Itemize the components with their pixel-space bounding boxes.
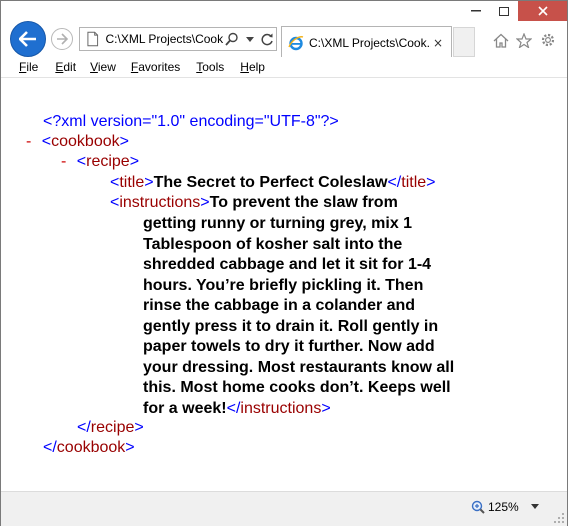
instructions-first-line: To prevent the slaw from [209, 194, 398, 211]
xml-declaration: <?xml version="1.0" encoding="UTF-8"?> [43, 113, 339, 130]
collapse-toggle-recipe[interactable]: - [61, 153, 66, 170]
instructions-line: Tablespoon of kosher salt into the [143, 235, 403, 253]
title-line: <title>The Secret to Perfect Coleslaw</t… [110, 174, 436, 191]
address-text[interactable]: C:\XML Projects\Cook [106, 32, 224, 46]
menu-favorites[interactable]: Favorites [131, 60, 180, 74]
favorites-button[interactable] [513, 29, 535, 51]
zoom-level: 125% [488, 500, 519, 514]
menu-edit-label: dit [63, 60, 77, 74]
zoom-icon [471, 500, 485, 514]
instructions-line: shredded cabbage and let it sit for 1-4 [143, 256, 432, 273]
close-icon [537, 6, 548, 16]
close-tab-button[interactable]: × [433, 36, 443, 50]
instructions-line: your dressing. Most restaurants know all [143, 358, 455, 376]
search-button[interactable] [224, 30, 241, 48]
instructions-line: rinse the cabbage in a colander and [143, 297, 416, 314]
menu-view-accel: V [90, 60, 98, 74]
menu-help-accel: H [240, 60, 249, 74]
instructions-last-line: for a week! [143, 399, 227, 417]
chevron-down-icon [245, 36, 254, 42]
arrow-right-icon [57, 33, 68, 45]
refresh-icon [261, 33, 273, 46]
minimize-button[interactable] [462, 1, 490, 21]
settings-button[interactable] [537, 29, 559, 51]
menu-tools-label: ools [202, 60, 225, 74]
title-bar: C:\XML Projects\Cook C:\XML Projects\Coo… [1, 1, 567, 58]
arrow-left-icon [19, 31, 36, 47]
tag-instructions-open: instructions [119, 194, 201, 211]
menu-file-label: ile [26, 60, 39, 74]
cookbook-open-line: - <cookbook> [26, 133, 129, 150]
cookbook-close-line: </cookbook> [43, 439, 135, 456]
search-icon [225, 32, 239, 46]
tag-cookbook-open: cookbook [51, 133, 120, 150]
gear-icon [541, 33, 555, 47]
back-button[interactable] [10, 21, 46, 57]
zoom-dropdown[interactable] [531, 502, 539, 512]
instructions-close-line: for a week!</instructions> [143, 399, 331, 417]
refresh-button[interactable] [259, 30, 276, 48]
tag-instructions-close: instructions [240, 399, 322, 417]
close-window-button[interactable] [518, 1, 567, 21]
tab-title: C:\XML Projects\Cook... [309, 35, 431, 50]
instructions-line: this. Most home cooks don’t. Keeps well [143, 379, 451, 396]
menu-tools[interactable]: Tools [196, 60, 224, 74]
menu-bar: File Edit View Favorites Tools Help [1, 57, 567, 78]
instructions-line: paper towels to dry it further. Now add [143, 338, 435, 355]
tab-current[interactable]: C:\XML Projects\Cook... × [281, 26, 452, 58]
maximize-button[interactable] [490, 1, 518, 21]
tag-recipe-open: recipe [86, 153, 130, 170]
forward-button[interactable] [51, 28, 73, 50]
instructions-line: getting runny or turning grey, mix 1 [143, 215, 413, 232]
title-text: The Secret to Perfect Coleslaw [153, 174, 388, 191]
resize-grip-icon[interactable] [553, 512, 565, 524]
address-bar[interactable]: C:\XML Projects\Cook [79, 27, 277, 51]
instructions-line: gently press it to drain it. Roll gently… [143, 317, 439, 335]
recipe-open-line: - <recipe> [61, 153, 140, 170]
maximize-icon [499, 6, 509, 16]
minimize-icon [471, 10, 481, 12]
zoom-control[interactable]: 125% [471, 500, 519, 514]
menu-edit[interactable]: Edit [55, 60, 76, 74]
dropdown-button[interactable] [241, 30, 258, 48]
browser-window: C:\XML Projects\Cook C:\XML Projects\Coo… [0, 0, 568, 526]
chevron-down-icon [531, 504, 539, 509]
tag-recipe-close: recipe [90, 419, 135, 436]
ie-logo-icon [288, 35, 304, 50]
tag-title-close: title [401, 174, 427, 191]
collapse-toggle-cookbook[interactable]: - [26, 133, 31, 150]
menu-help[interactable]: Help [240, 60, 265, 74]
menu-view-label: iew [97, 60, 116, 74]
tag-title-open: title [119, 174, 145, 191]
status-bar: 125% [1, 491, 567, 526]
menu-file[interactable]: File [19, 60, 38, 74]
tag-cookbook-close: cookbook [56, 439, 126, 456]
home-button[interactable] [490, 29, 512, 51]
home-icon [493, 33, 509, 48]
xml-viewer: <?xml version="1.0" encoding="UTF-8"?> -… [1, 78, 567, 491]
instructions-open-line: <instructions>To prevent the slaw from [110, 194, 398, 211]
menu-view[interactable]: View [90, 60, 116, 74]
star-icon [516, 32, 532, 48]
menu-favorites-label: avorites [138, 60, 181, 74]
recipe-close-line: </recipe> [77, 419, 144, 436]
instructions-line: hours. You’re briefly pickling it. Then [143, 276, 424, 294]
menu-help-label: elp [248, 60, 265, 74]
new-tab-button[interactable] [453, 27, 475, 57]
page-icon [87, 31, 99, 47]
